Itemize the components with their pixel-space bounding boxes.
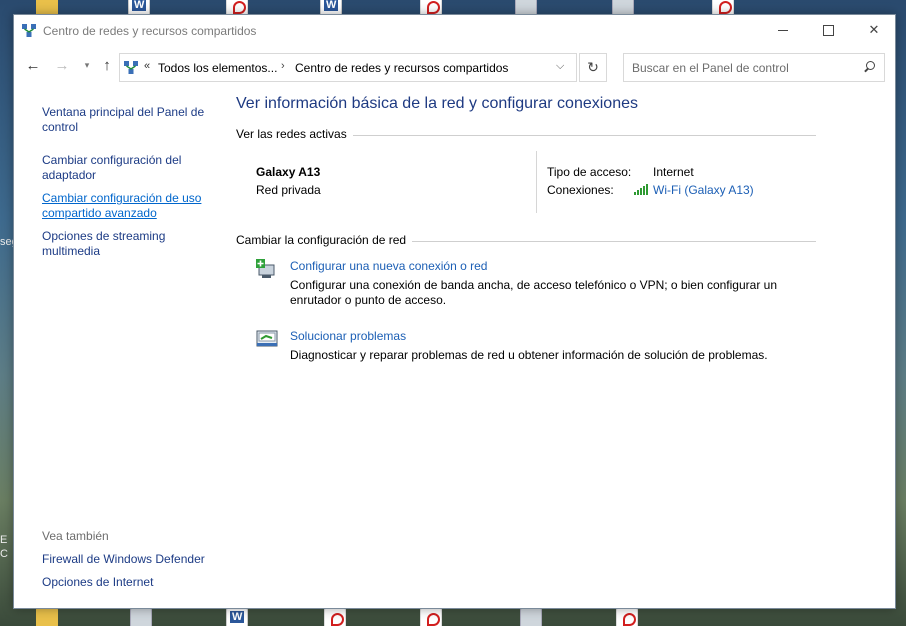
maximize-button[interactable] (805, 15, 851, 45)
advanced-sharing-settings-link[interactable]: Cambiar configuración de uso compartido … (42, 191, 212, 221)
desktop-icon[interactable] (616, 608, 638, 626)
control-panel-home-link[interactable]: Ventana principal del Panel de control (42, 105, 212, 135)
setup-new-connection-desc: Configurar una conexión de banda ancha, … (290, 278, 777, 307)
address-dropdown-icon[interactable]: ⌵ (556, 60, 564, 73)
troubleshoot-icon (256, 330, 278, 347)
network-type: Red privada (256, 183, 321, 197)
breadcrumb-all-items[interactable]: Todos los elementos... (158, 61, 277, 75)
search-icon[interactable] (863, 60, 876, 74)
adapter-settings-link[interactable]: Cambiar configuración del adaptador (42, 153, 212, 183)
window-title: Centro de redes y recursos compartidos (43, 24, 257, 38)
active-networks-heading: Ver las redes activas (236, 127, 353, 141)
troubleshoot-link[interactable]: Solucionar problemas (290, 329, 406, 343)
access-type-value: Internet (653, 165, 694, 179)
address-bar[interactable]: « Todos los elementos... › Centro de red… (119, 53, 577, 82)
breadcrumb-current[interactable]: Centro de redes y recursos compartidos (295, 61, 508, 75)
desktop-label-fragment: E (0, 534, 8, 546)
desktop-icon[interactable] (420, 608, 442, 626)
troubleshoot-desc: Diagnosticar y reparar problemas de red … (290, 348, 768, 362)
desktop-icon[interactable] (130, 608, 152, 626)
breadcrumb-separator-icon[interactable]: › (281, 60, 285, 72)
desktop-label-fragment: seg (0, 236, 14, 248)
network-center-icon (124, 61, 138, 74)
desktop-icon[interactable] (226, 608, 248, 626)
wifi-signal-icon (634, 183, 653, 197)
main-content: Ver información básica de la red y confi… (236, 89, 836, 609)
connections-label: Conexiones: (547, 183, 614, 197)
network-name: Galaxy A13 (256, 165, 321, 179)
change-settings-heading: Cambiar la configuración de red (236, 233, 413, 247)
close-button[interactable] (851, 15, 897, 45)
setup-new-connection-link[interactable]: Configurar una nueva conexión o red (290, 259, 487, 273)
desktop-icon[interactable] (520, 608, 542, 626)
see-also-heading: Vea también (42, 529, 109, 543)
internet-options-link[interactable]: Opciones de Internet (42, 575, 212, 590)
firewall-link[interactable]: Firewall de Windows Defender (42, 552, 212, 567)
vertical-divider (536, 151, 537, 213)
up-arrow-icon[interactable]: ↑ (97, 55, 117, 75)
wifi-connection-link[interactable]: Wi-Fi (Galaxy A13) (653, 183, 754, 197)
recent-locations-chevron-icon[interactable]: ▾ (77, 55, 97, 75)
breadcrumb-overflow-icon[interactable]: « (144, 60, 150, 72)
access-type-label: Tipo de acceso: (547, 165, 632, 179)
minimize-button[interactable] (760, 15, 806, 45)
media-streaming-options-link[interactable]: Opciones de streaming multimedia (42, 229, 212, 259)
control-panel-window: Centro de redes y recursos compartidos ←… (13, 14, 896, 609)
desktop-label-fragment: C (0, 548, 8, 560)
desktop-icon[interactable] (36, 608, 58, 626)
page-title: Ver información básica de la red y confi… (236, 95, 638, 112)
network-center-icon (22, 24, 36, 37)
refresh-button[interactable]: ↻ (579, 53, 607, 82)
back-arrow-icon[interactable]: ← (23, 55, 43, 75)
new-connection-icon (256, 259, 275, 278)
title-bar[interactable]: Centro de redes y recursos compartidos (14, 15, 895, 47)
search-input[interactable]: Buscar en el Panel de control (623, 53, 885, 82)
refresh-icon: ↻ (587, 59, 599, 75)
search-placeholder: Buscar en el Panel de control (632, 61, 789, 75)
left-pane: Ventana principal del Panel de control C… (14, 89, 219, 609)
forward-arrow-icon[interactable]: → (52, 55, 72, 75)
desktop-icon[interactable] (324, 608, 346, 626)
navigation-bar: ← → ▾ ↑ « Todos los elementos... › Centr… (14, 47, 895, 89)
